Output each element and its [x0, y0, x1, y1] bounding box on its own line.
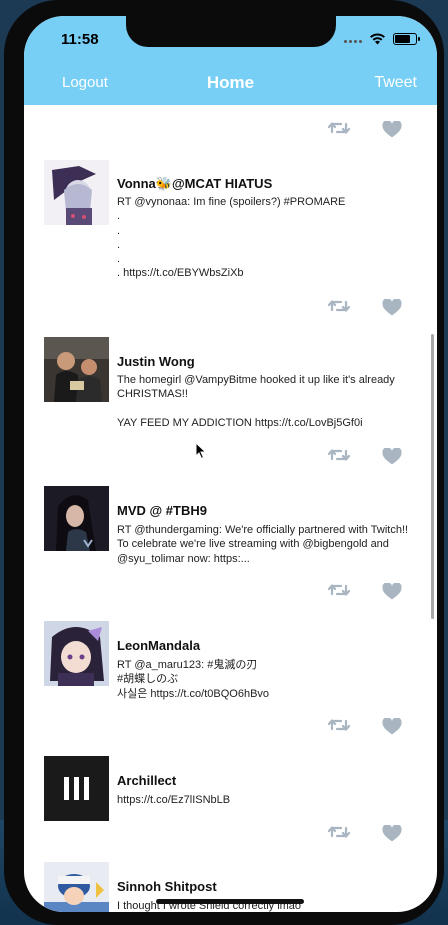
retweet-icon[interactable] [328, 717, 350, 733]
mouse-cursor-icon [195, 442, 207, 460]
tweet-author: Justin Wong [117, 354, 195, 369]
retweet-icon[interactable] [328, 298, 350, 314]
signal-icon [344, 35, 362, 43]
notch [126, 16, 336, 47]
retweet-icon[interactable] [328, 824, 350, 840]
heart-icon[interactable] [382, 448, 402, 465]
retweet-icon[interactable] [328, 120, 350, 136]
status-time: 11:58 [61, 31, 99, 48]
tweet-author: Vonna🐝@MCAT HIATUS [117, 176, 273, 191]
tweet-author: Archillect [117, 773, 177, 788]
screen: 11:58 Logout Home Tweet Vonna🐝@MCAT HIAT… [24, 16, 437, 912]
tweet-text: RT @thundergaming: We're officially part… [117, 524, 411, 565]
battery-icon [393, 33, 420, 45]
scrollbar[interactable] [431, 334, 434, 619]
tweet-text: https://t.co/Ez7lISNbLB [117, 794, 231, 806]
wifi-icon [370, 33, 385, 45]
tweet-text: RT @vynonaa: Im fine (spoilers?) #PROMAR… [117, 196, 346, 280]
tweet-feed[interactable]: Vonna🐝@MCAT HIATUS RT @vynonaa: Im fine … [24, 105, 437, 912]
heart-icon[interactable] [382, 583, 402, 600]
tweet-author: Sinnoh Shitpost [117, 879, 217, 894]
tweet-author: MVD @ #TBH9 [117, 503, 207, 518]
heart-icon[interactable] [382, 718, 402, 735]
phone-frame: 11:58 Logout Home Tweet Vonna🐝@MCAT HIAT… [4, 0, 444, 925]
tweet-button[interactable]: Tweet [374, 74, 417, 92]
home-indicator [156, 899, 304, 904]
avatar [44, 486, 109, 551]
heart-icon[interactable] [382, 299, 402, 316]
heart-icon[interactable] [382, 825, 402, 842]
retweet-icon[interactable] [328, 582, 350, 598]
tweet-text: RT @a_maru123: #鬼滅の刃 #胡蝶しのぶ 사실은 https://… [117, 659, 270, 700]
avatar [44, 756, 109, 821]
tweet-author: LeonMandala [117, 638, 201, 653]
retweet-icon[interactable] [328, 447, 350, 463]
avatar [44, 862, 109, 912]
avatar [44, 621, 109, 686]
avatar [44, 160, 109, 225]
logout-button[interactable]: Logout [62, 74, 108, 91]
status-icons [344, 33, 420, 45]
tweet-text: The homegirl @VampyBitme hooked it up li… [117, 374, 395, 429]
avatar [44, 337, 109, 402]
heart-icon[interactable] [382, 121, 402, 138]
